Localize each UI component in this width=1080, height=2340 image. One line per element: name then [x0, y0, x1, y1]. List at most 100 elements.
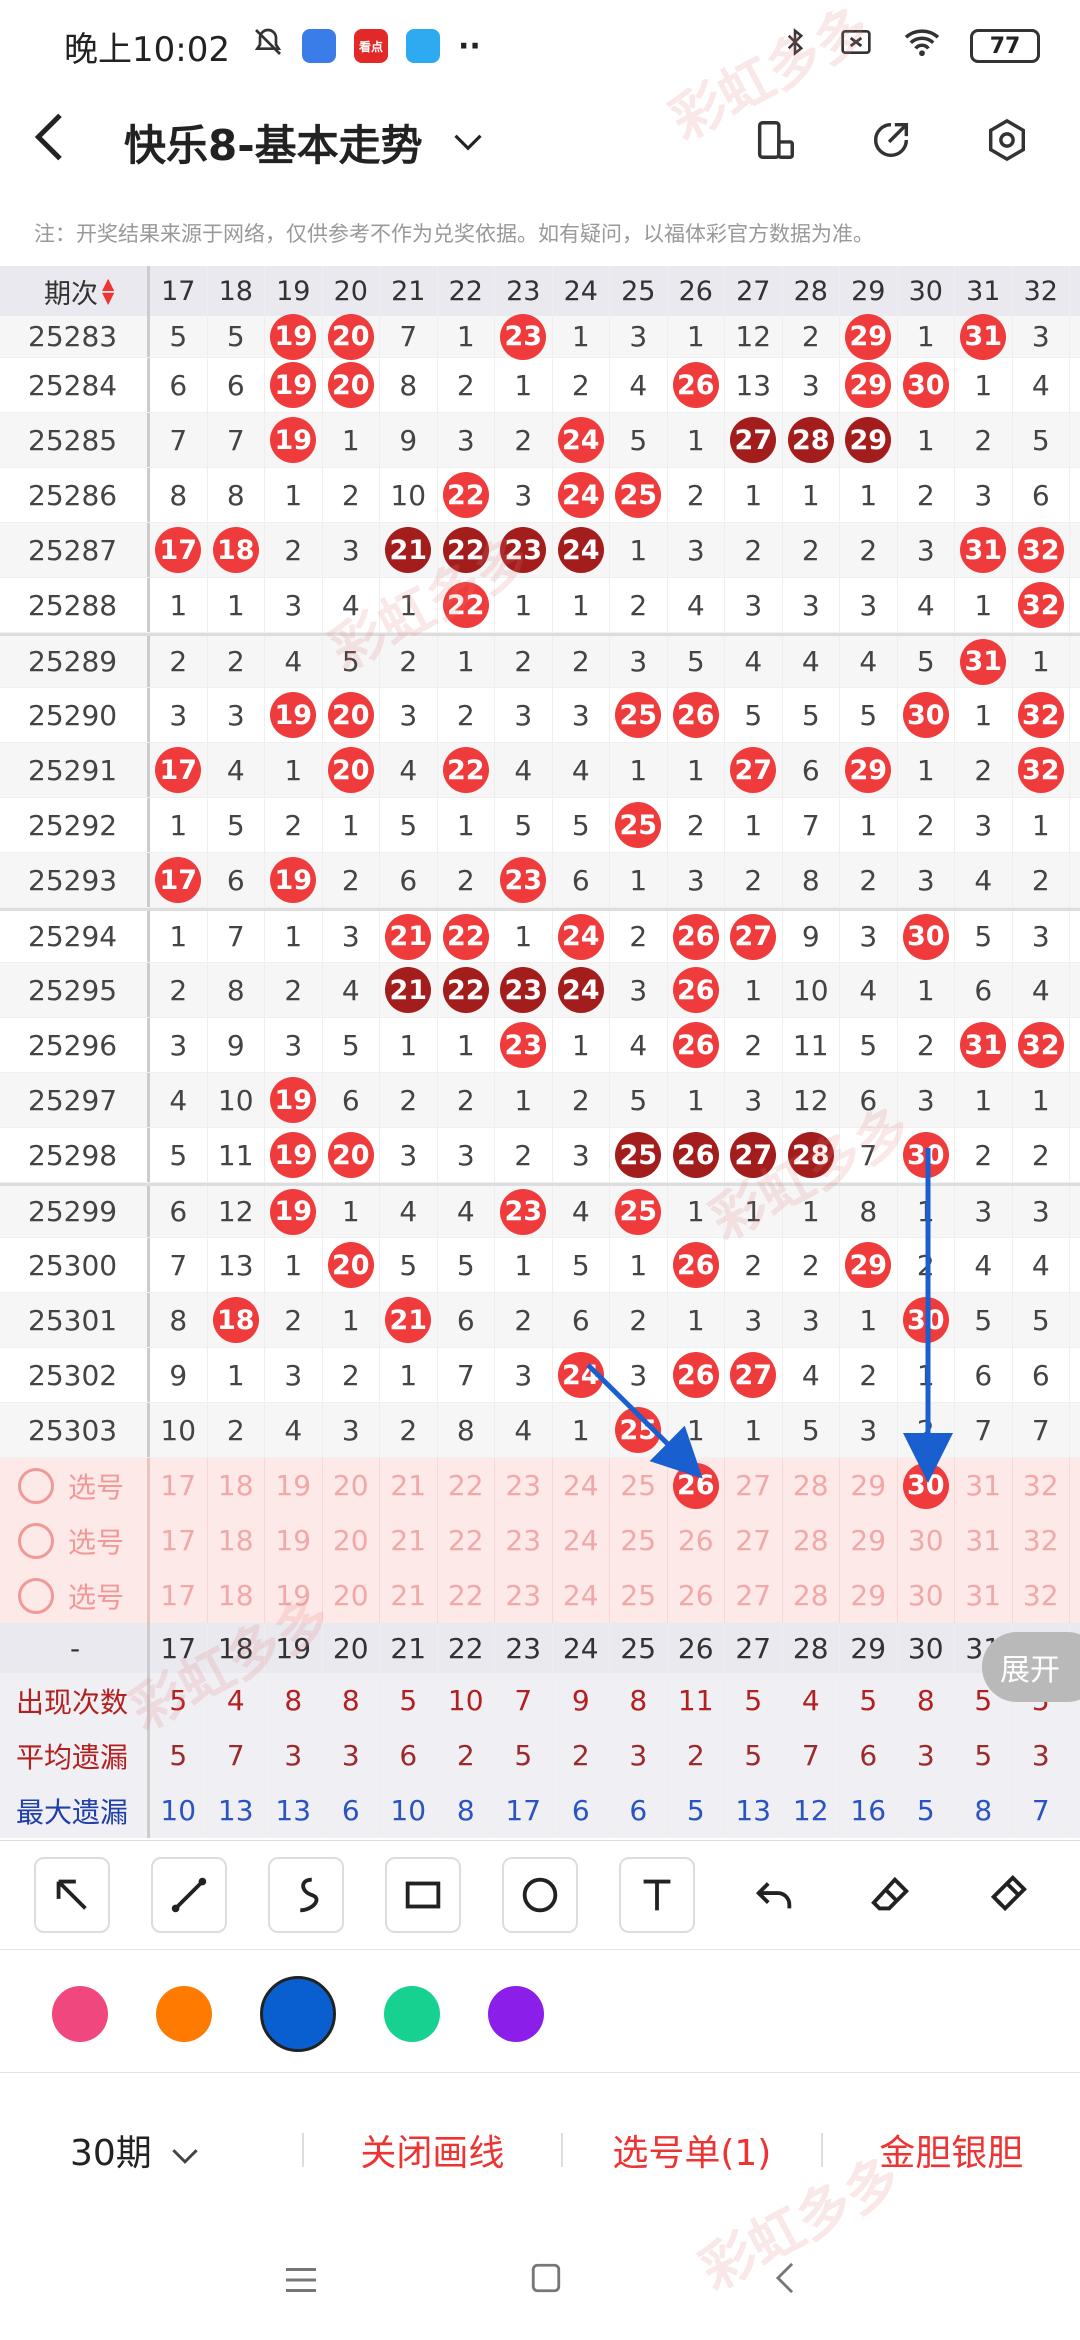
- selectable-number[interactable]: 22: [438, 1458, 495, 1513]
- selectable-number[interactable]: 29: [840, 1513, 898, 1568]
- table-row: 25285 7 7 19 1 9 3 2 24 5 1 27 28 29 1 2 5: [0, 413, 1080, 468]
- selectable-number[interactable]: 23: [495, 1458, 553, 1513]
- selectable-number[interactable]: 22: [438, 1568, 495, 1623]
- title-dropdown-button[interactable]: [453, 125, 483, 160]
- line-tool[interactable]: [151, 1857, 228, 1933]
- selectable-number[interactable]: 28: [783, 1458, 840, 1513]
- selectable-number[interactable]: 18: [208, 1458, 265, 1513]
- selectable-number[interactable]: 32: [1013, 1568, 1070, 1623]
- color-swatch[interactable]: [156, 1985, 212, 2042]
- gold-silver-button[interactable]: 金胆银胆: [823, 2124, 1080, 2176]
- selectable-number[interactable]: 28: [783, 1513, 840, 1568]
- selectable-number[interactable]: 21: [380, 1458, 438, 1513]
- selectable-number[interactable]: 24: [553, 1458, 610, 1513]
- color-swatch[interactable]: [260, 1975, 336, 2052]
- grid-cell: 4: [610, 1018, 668, 1072]
- miss-count: 3: [629, 645, 648, 678]
- share-icon[interactable]: [868, 117, 914, 167]
- selectable-number[interactable]: 29: [840, 1458, 898, 1513]
- selectable-number[interactable]: 30: [898, 1513, 955, 1568]
- selectable-number[interactable]: 19: [265, 1568, 323, 1623]
- selectable-number[interactable]: 20: [323, 1568, 380, 1623]
- grid-cell: 24: [553, 413, 610, 467]
- curve-tool[interactable]: [268, 1857, 345, 1933]
- color-swatch[interactable]: [52, 1985, 108, 2042]
- period-count-selector[interactable]: 30期: [0, 2124, 302, 2176]
- selectable-number[interactable]: 20: [323, 1458, 380, 1513]
- select-row-toggle[interactable]: 选号: [0, 1568, 150, 1623]
- selectable-number[interactable]: 23: [495, 1513, 553, 1568]
- grid-cell: 4: [323, 963, 380, 1017]
- select-row-toggle[interactable]: 选号: [0, 1513, 150, 1568]
- expand-button[interactable]: 展开: [982, 1632, 1080, 1702]
- rotate-screen-icon[interactable]: [752, 117, 798, 167]
- back-button[interactable]: [30, 112, 100, 172]
- grid-cell: 5: [208, 798, 265, 852]
- color-swatch[interactable]: [384, 1985, 440, 2042]
- selectable-number[interactable]: 21: [380, 1513, 438, 1568]
- selectable-number[interactable]: 27: [725, 1458, 783, 1513]
- hit-ball: 17: [155, 747, 202, 793]
- miss-count: 2: [629, 1303, 648, 1337]
- miss-count: 2: [284, 973, 303, 1007]
- selectable-number[interactable]: 26: [668, 1458, 725, 1513]
- select-row-toggle[interactable]: 选号: [0, 1458, 150, 1513]
- grid-cell: 6: [783, 743, 840, 797]
- miss-count: 2: [801, 533, 820, 567]
- miss-count: 3: [629, 320, 648, 353]
- selectable-number[interactable]: 32: [1013, 1513, 1070, 1568]
- selectable-number[interactable]: 23: [495, 1568, 553, 1623]
- period-column-header[interactable]: 期次 ▲ ▼: [0, 266, 150, 316]
- pointer-arrow-tool[interactable]: [34, 1857, 111, 1933]
- selectable-number[interactable]: 19: [265, 1513, 323, 1568]
- undo-icon[interactable]: [735, 1857, 812, 1933]
- eraser-icon[interactable]: [852, 1857, 929, 1933]
- table-row: 25301 8 18 2 1 21 6 2 6 2 1 3 3 1 30 5 5: [0, 1293, 1080, 1348]
- selectable-number[interactable]: 28: [783, 1568, 840, 1623]
- selectable-number[interactable]: 27: [725, 1513, 783, 1568]
- selectable-number[interactable]: 31: [955, 1458, 1013, 1513]
- grid-cell: 5: [380, 798, 438, 852]
- miss-count: 22: [447, 1579, 484, 1612]
- selectable-number[interactable]: 27: [725, 1568, 783, 1623]
- selectable-number[interactable]: 29: [840, 1568, 898, 1623]
- period-number: 25300: [0, 1238, 150, 1292]
- selectable-number[interactable]: 24: [553, 1568, 610, 1623]
- selectable-number[interactable]: 25: [610, 1458, 668, 1513]
- selectable-number[interactable]: 17: [150, 1568, 208, 1623]
- grid-cell: 19: [265, 1073, 323, 1127]
- selectable-number[interactable]: 25: [610, 1568, 668, 1623]
- selectable-number[interactable]: 18: [208, 1568, 265, 1623]
- circle-tool[interactable]: [501, 1857, 578, 1933]
- color-swatch[interactable]: [488, 1985, 544, 2042]
- home-nav-icon[interactable]: [529, 2255, 563, 2306]
- miss-count: 1: [169, 808, 188, 842]
- grid-cell: 2: [495, 1128, 553, 1182]
- selectable-number[interactable]: 17: [150, 1458, 208, 1513]
- selectable-number[interactable]: 31: [955, 1513, 1013, 1568]
- selectable-number[interactable]: 25: [610, 1513, 668, 1568]
- settings-gear-icon[interactable]: [984, 117, 1030, 167]
- selectable-number[interactable]: 26: [668, 1513, 725, 1568]
- selectable-number[interactable]: 32: [1013, 1458, 1070, 1513]
- text-tool[interactable]: [618, 1857, 695, 1933]
- selectable-number[interactable]: 19: [265, 1458, 323, 1513]
- clear-brush-icon[interactable]: [969, 1857, 1046, 1933]
- miss-count: 22: [447, 1469, 484, 1502]
- selectable-number[interactable]: 31: [955, 1568, 1013, 1623]
- back-nav-icon[interactable]: [773, 2255, 797, 2306]
- menu-nav-icon[interactable]: [283, 2255, 319, 2306]
- selectable-number[interactable]: 20: [323, 1513, 380, 1568]
- period-number: 25285: [0, 413, 150, 467]
- rectangle-tool[interactable]: [385, 1857, 462, 1933]
- selectable-number[interactable]: 24: [553, 1513, 610, 1568]
- selectable-number[interactable]: 30: [898, 1568, 955, 1623]
- selectable-number[interactable]: 26: [668, 1568, 725, 1623]
- selectable-number[interactable]: 21: [380, 1568, 438, 1623]
- selection-list-button[interactable]: 选号单(1): [563, 2124, 820, 2176]
- selectable-number[interactable]: 30: [898, 1458, 955, 1513]
- close-drawing-button[interactable]: 关闭画线: [304, 2124, 561, 2176]
- selectable-number[interactable]: 18: [208, 1513, 265, 1568]
- selectable-number[interactable]: 17: [150, 1513, 208, 1568]
- selectable-number[interactable]: 22: [438, 1513, 495, 1568]
